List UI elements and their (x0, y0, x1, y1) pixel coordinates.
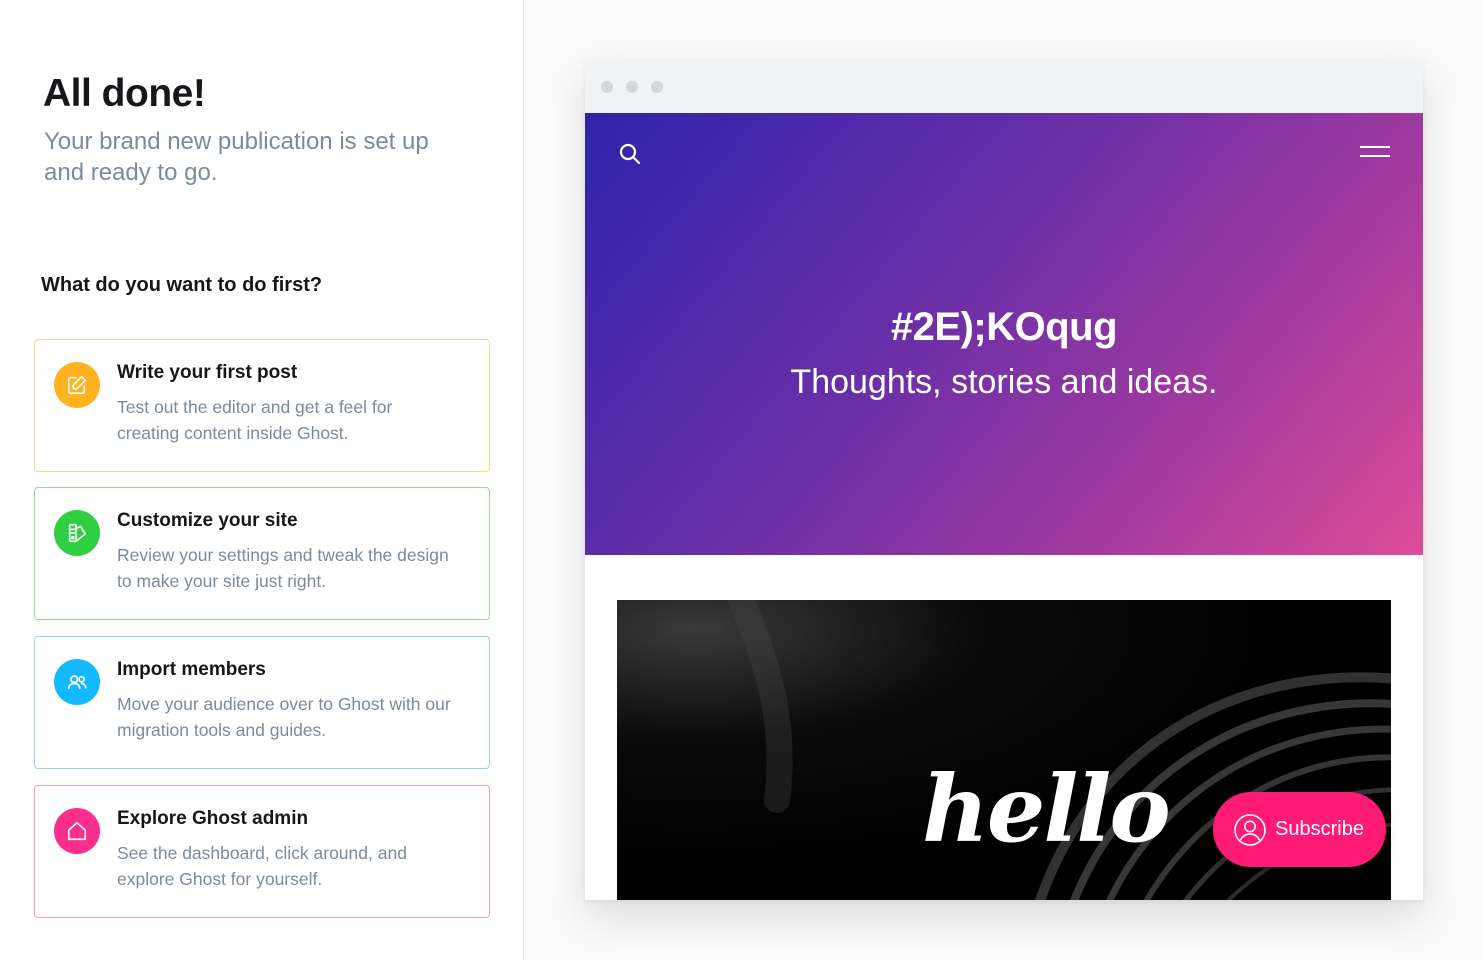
site-description: Thoughts, stories and ideas. (790, 363, 1218, 401)
card-title: Explore Ghost admin (117, 808, 309, 829)
section-question: What do you want to do first? (41, 274, 323, 296)
edit-icon (54, 362, 100, 408)
site-title: #2E);KOqug (890, 305, 1118, 349)
subscribe-label: Subscribe (1275, 818, 1364, 840)
card-customize-site[interactable]: Customize your site Review your settings… (34, 487, 490, 620)
members-icon (54, 659, 100, 705)
card-import-members[interactable]: Import members Move your audience over t… (34, 636, 490, 769)
user-circle-icon (1234, 813, 1266, 846)
site-preview-window: #2E);KOqug Thoughts, stories and ideas. … (585, 60, 1423, 900)
window-dot (601, 81, 613, 93)
card-title: Customize your site (117, 510, 298, 531)
card-description: Test out the editor and get a feel for c… (117, 397, 393, 443)
card-title: Write your first post (117, 362, 298, 383)
post-image-text: hello (922, 755, 1171, 863)
site-header: #2E);KOqug Thoughts, stories and ideas. (585, 113, 1423, 555)
window-dot (651, 81, 663, 93)
home-icon (54, 808, 100, 854)
card-description: See the dashboard, click around, and exp… (117, 843, 407, 889)
page-subtitle: Your brand new publication is set up and… (44, 128, 429, 186)
card-description: Review your settings and tweak the desig… (117, 545, 449, 591)
card-write-post[interactable]: Write your first post Test out the edito… (34, 339, 490, 472)
card-explore-admin[interactable]: Explore Ghost admin See the dashboard, c… (34, 785, 490, 918)
card-description: Move your audience over to Ghost with ou… (117, 694, 451, 740)
page-title: All done! (43, 72, 206, 115)
onboarding-panel: All done! Your brand new publication is … (0, 0, 524, 960)
subscribe-button[interactable]: Subscribe (1213, 792, 1386, 867)
palette-icon (54, 510, 100, 556)
menu-icon[interactable] (1360, 146, 1392, 160)
browser-toolbar (585, 60, 1423, 113)
card-title: Import members (117, 659, 266, 680)
search-icon[interactable] (617, 141, 643, 167)
window-dot (626, 81, 638, 93)
